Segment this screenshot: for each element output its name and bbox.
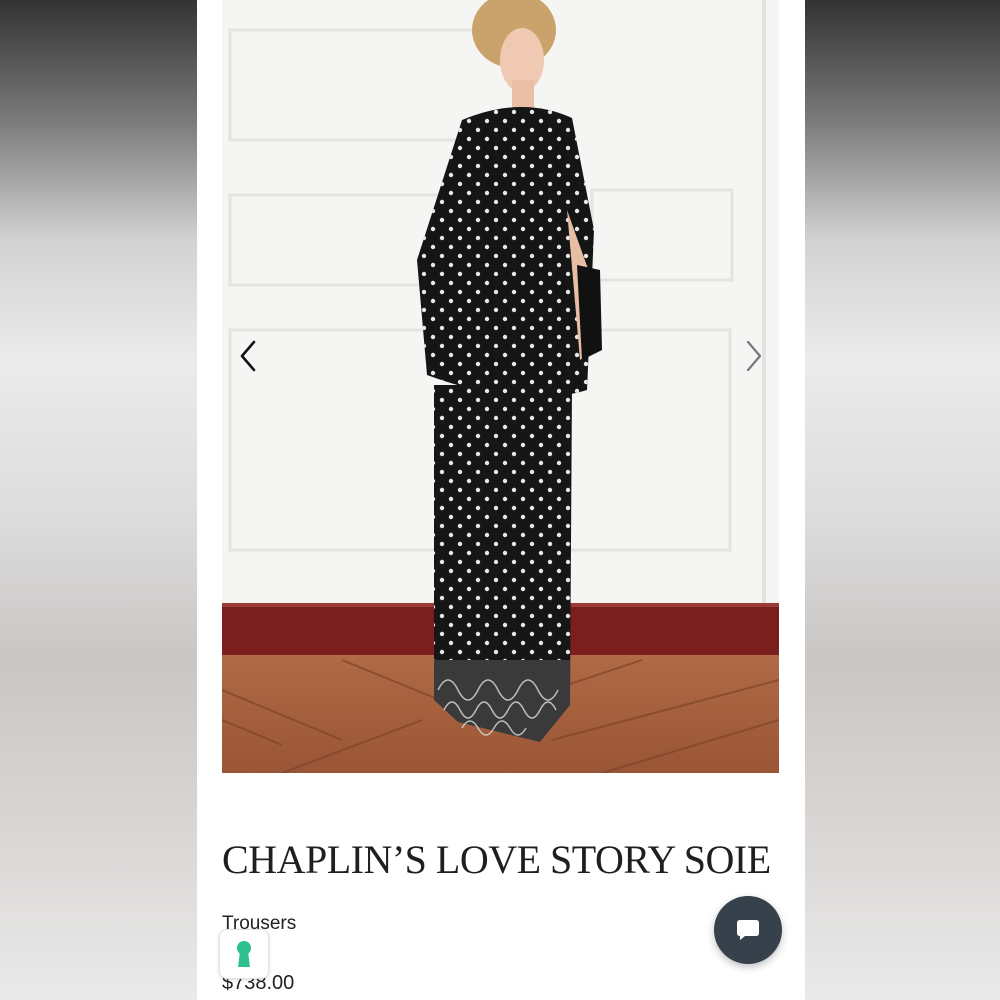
chat-button[interactable] bbox=[714, 896, 782, 964]
previous-image-button[interactable] bbox=[230, 336, 270, 376]
product-title: CHAPLIN’S LOVE STORY SOIE bbox=[222, 837, 771, 882]
chat-bubble-icon bbox=[737, 920, 759, 940]
product-image bbox=[222, 0, 779, 773]
chevron-right-icon bbox=[746, 340, 762, 372]
next-image-button[interactable] bbox=[735, 336, 775, 376]
keyhole-icon bbox=[237, 941, 251, 967]
right-blur-border bbox=[805, 0, 1000, 1000]
chevron-left-icon bbox=[240, 340, 256, 372]
left-blur-border bbox=[0, 0, 197, 1000]
keyhole-badge-button[interactable] bbox=[219, 929, 269, 979]
